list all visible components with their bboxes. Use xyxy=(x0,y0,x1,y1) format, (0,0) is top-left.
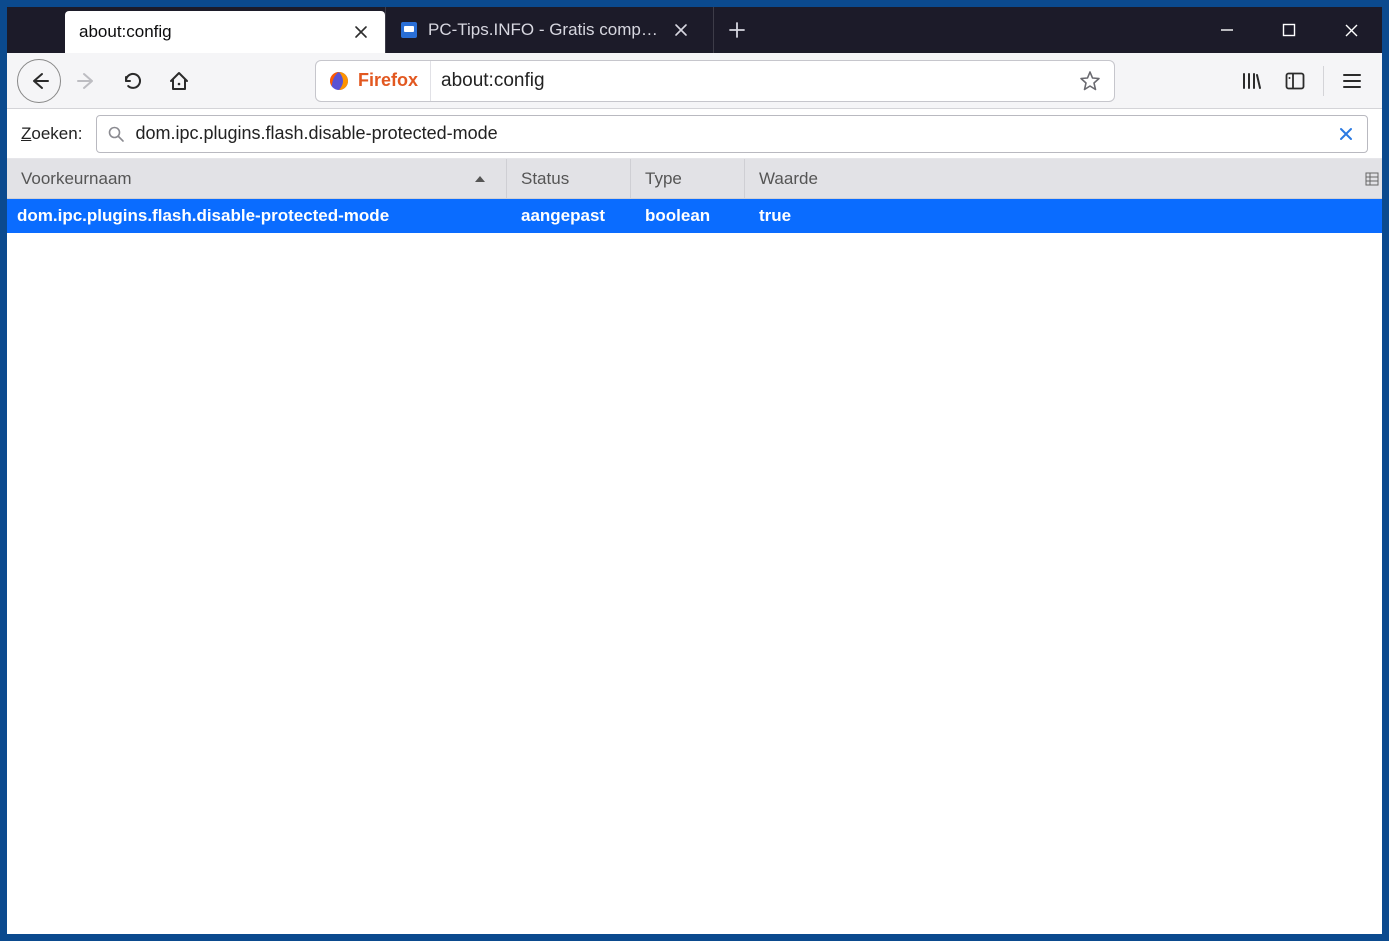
tab-title: PC-Tips.INFO - Gratis compute xyxy=(428,20,661,40)
pref-name: dom.ipc.plugins.flash.disable-protected-… xyxy=(7,199,507,233)
search-label: Zoeken: xyxy=(21,124,82,144)
tab-pctips[interactable]: PC-Tips.INFO - Gratis compute xyxy=(385,7,705,53)
search-input[interactable]: dom.ipc.plugins.flash.disable-protected-… xyxy=(135,123,1325,144)
toolbar-right xyxy=(1231,61,1372,101)
toolbar-separator xyxy=(1323,66,1324,96)
close-window-button[interactable] xyxy=(1320,7,1382,53)
library-button[interactable] xyxy=(1231,61,1271,101)
url-input[interactable]: about:config xyxy=(431,70,1066,92)
tab-title: about:config xyxy=(79,22,341,42)
forward-button[interactable] xyxy=(67,61,107,101)
bookmark-star-icon[interactable] xyxy=(1074,65,1106,97)
results-header: Voorkeurnaam Status Type Waarde xyxy=(7,159,1382,199)
column-header-name[interactable]: Voorkeurnaam xyxy=(7,159,507,198)
minimize-button[interactable] xyxy=(1196,7,1258,53)
close-icon[interactable] xyxy=(351,22,371,42)
home-button[interactable] xyxy=(159,61,199,101)
back-button[interactable] xyxy=(17,59,61,103)
column-header-value[interactable]: Waarde xyxy=(745,159,1362,198)
menu-button[interactable] xyxy=(1332,61,1372,101)
pref-status: aangepast xyxy=(507,199,631,233)
clear-search-icon[interactable] xyxy=(1335,123,1357,145)
identity-box[interactable]: Firefox xyxy=(316,61,431,101)
identity-label: Firefox xyxy=(358,70,418,91)
tab-about-config[interactable]: about:config xyxy=(65,11,385,53)
table-row[interactable]: dom.ipc.plugins.flash.disable-protected-… xyxy=(7,199,1382,233)
window-controls xyxy=(1196,7,1382,53)
browser-window: about:config PC-Tips.INFO - Gratis compu… xyxy=(6,6,1383,935)
column-header-type[interactable]: Type xyxy=(631,159,745,198)
search-icon xyxy=(107,125,125,143)
new-tab-button[interactable] xyxy=(713,7,759,53)
column-label: Type xyxy=(645,169,682,189)
nav-toolbar: Firefox about:config xyxy=(7,53,1382,109)
reload-button[interactable] xyxy=(113,61,153,101)
config-search-bar: Zoeken: dom.ipc.plugins.flash.disable-pr… xyxy=(7,109,1382,159)
address-actions xyxy=(1066,65,1114,97)
sidebar-button[interactable] xyxy=(1275,61,1315,101)
pref-value: true xyxy=(745,199,1382,233)
search-field[interactable]: dom.ipc.plugins.flash.disable-protected-… xyxy=(96,115,1368,153)
address-bar[interactable]: Firefox about:config xyxy=(315,60,1115,102)
favicon-icon xyxy=(400,21,418,39)
column-picker-icon[interactable] xyxy=(1362,159,1382,198)
column-label: Status xyxy=(521,169,569,189)
close-icon[interactable] xyxy=(671,20,691,40)
pref-type: boolean xyxy=(631,199,745,233)
maximize-button[interactable] xyxy=(1258,7,1320,53)
results-area: dom.ipc.plugins.flash.disable-protected-… xyxy=(7,199,1382,934)
tab-strip: about:config PC-Tips.INFO - Gratis compu… xyxy=(7,7,1382,53)
sort-asc-icon xyxy=(474,174,486,184)
firefox-icon xyxy=(328,70,350,92)
column-label: Voorkeurnaam xyxy=(21,169,132,189)
column-label: Waarde xyxy=(759,169,818,189)
column-header-status[interactable]: Status xyxy=(507,159,631,198)
